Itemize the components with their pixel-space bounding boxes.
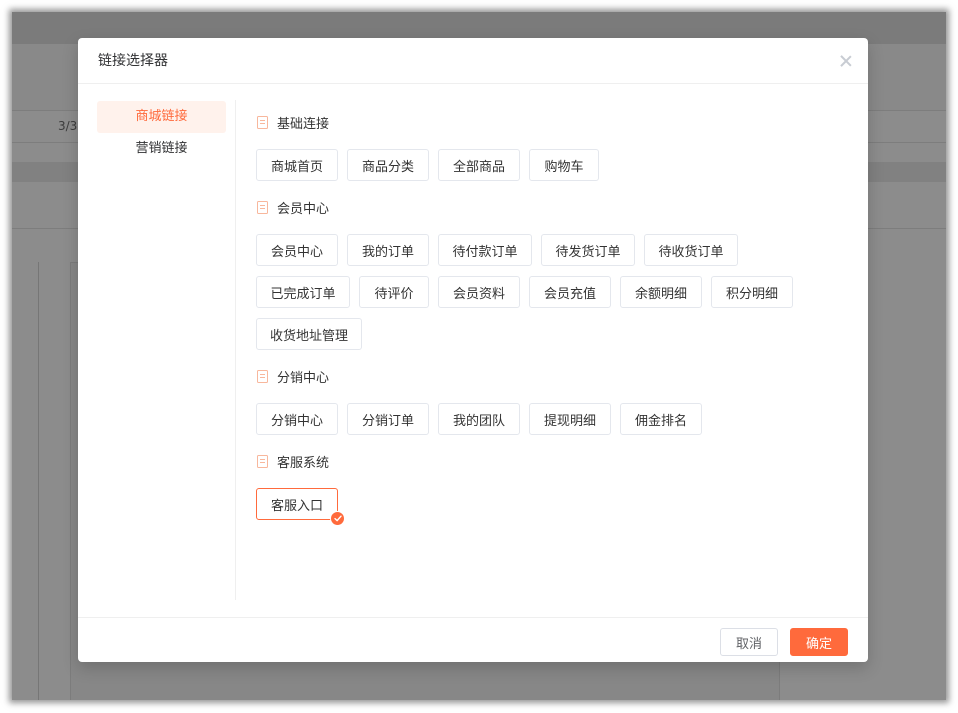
link-label: 客服入口 [270, 498, 323, 514]
check-circle-icon [330, 511, 345, 526]
link-pending-payment-orders[interactable]: 待付款订单 [438, 234, 532, 266]
section-basic-links: 基础连接 商城首页 商品分类 全部商品 购物车 [256, 112, 830, 191]
link-member-center[interactable]: 会员中心 [256, 234, 338, 266]
link-label: 会员充值 [543, 286, 596, 302]
link-label: 收货地址管理 [269, 328, 348, 344]
document-icon [257, 369, 268, 383]
link-label: 已完成订单 [270, 286, 336, 302]
sidebar-item-marketing-links[interactable]: 营销链接 [97, 133, 226, 165]
link-label: 待付款订单 [452, 244, 518, 260]
link-label: 待发货订单 [555, 244, 621, 260]
link-pending-receipt-orders[interactable]: 待收货订单 [644, 234, 738, 266]
section-title: 客服系统 [277, 455, 330, 471]
link-label: 分销订单 [361, 413, 414, 429]
link-mall-home[interactable]: 商城首页 [256, 149, 338, 181]
link-label: 分销中心 [270, 413, 323, 429]
link-options: 客服入口 [256, 488, 830, 530]
link-label: 提现明细 [543, 413, 596, 429]
document-icon [257, 454, 268, 468]
link-all-products[interactable]: 全部商品 [438, 149, 520, 181]
link-completed-orders[interactable]: 已完成订单 [256, 276, 350, 308]
section-distribution-center: 分销中心 分销中心 分销订单 我的团队 提现明细 佣金排名 [256, 366, 830, 445]
link-label: 商品分类 [361, 159, 414, 175]
section-header: 客服系统 [256, 451, 830, 471]
link-shopping-cart[interactable]: 购物车 [529, 149, 599, 181]
link-label: 全部商品 [452, 159, 505, 175]
sidebar-item-mall-links[interactable]: 商城链接 [97, 101, 226, 133]
link-label: 我的团队 [452, 413, 505, 429]
link-commission-ranking[interactable]: 佣金排名 [620, 403, 702, 435]
link-member-profile[interactable]: 会员资料 [438, 276, 520, 308]
link-my-orders[interactable]: 我的订单 [347, 234, 429, 266]
dialog-header: 链接选择器 [78, 38, 868, 84]
confirm-button[interactable]: 确定 [790, 628, 848, 656]
link-label: 会员中心 [270, 244, 323, 260]
section-title: 会员中心 [277, 201, 330, 217]
section-header: 基础连接 [256, 112, 830, 132]
link-address-management[interactable]: 收货地址管理 [256, 318, 362, 350]
document-icon [257, 115, 268, 129]
link-label: 积分明细 [725, 286, 778, 302]
link-label: 商城首页 [270, 159, 323, 175]
section-header: 分销中心 [256, 366, 830, 386]
close-button[interactable] [840, 55, 852, 67]
document-icon [257, 200, 268, 214]
link-balance-details[interactable]: 余额明细 [620, 276, 702, 308]
link-label: 会员资料 [452, 286, 505, 302]
section-member-center: 会员中心 会员中心 我的订单 待付款订单 待发货订单 待收货订单 已完成订单 待… [256, 197, 830, 360]
section-header: 会员中心 [256, 197, 830, 217]
link-label: 我的订单 [361, 244, 414, 260]
link-label: 余额明细 [634, 286, 687, 302]
link-selector-dialog: 链接选择器 商城链接 营销链接 基础连接 商城首页 商品分类 全部商品 购物车 [78, 38, 868, 662]
link-member-recharge[interactable]: 会员充值 [529, 276, 611, 308]
link-options: 商城首页 商品分类 全部商品 购物车 [256, 149, 830, 191]
link-distribution-orders[interactable]: 分销订单 [347, 403, 429, 435]
link-my-team[interactable]: 我的团队 [438, 403, 520, 435]
link-customer-service[interactable]: 客服入口 [256, 488, 345, 526]
close-icon [840, 55, 852, 67]
link-category-sidebar: 商城链接 营销链接 [97, 101, 226, 165]
link-distribution-center[interactable]: 分销中心 [256, 403, 338, 435]
link-options-panel: 基础连接 商城首页 商品分类 全部商品 购物车 会员中心 会员中心 我的订单 待… [256, 112, 830, 530]
link-label: 待收货订单 [658, 244, 724, 260]
link-label: 佣金排名 [634, 413, 687, 429]
link-points-details[interactable]: 积分明细 [711, 276, 793, 308]
link-pending-review[interactable]: 待评价 [359, 276, 429, 308]
link-product-category[interactable]: 商品分类 [347, 149, 429, 181]
link-options: 会员中心 我的订单 待付款订单 待发货订单 待收货订单 已完成订单 待评价 会员… [256, 234, 830, 360]
section-customer-service: 客服系统 客服入口 [256, 451, 830, 530]
section-title: 基础连接 [277, 116, 330, 132]
dialog-footer: 取消 确定 [78, 617, 868, 662]
link-withdrawal-details[interactable]: 提现明细 [529, 403, 611, 435]
link-options: 分销中心 分销订单 我的团队 提现明细 佣金排名 [256, 403, 830, 445]
sidebar-divider [235, 100, 236, 600]
link-label: 待评价 [374, 286, 414, 302]
dialog-title: 链接选择器 [98, 53, 168, 69]
link-pending-shipment-orders[interactable]: 待发货订单 [541, 234, 635, 266]
section-title: 分销中心 [277, 370, 330, 386]
link-label: 购物车 [544, 159, 584, 175]
cancel-button[interactable]: 取消 [720, 628, 778, 656]
